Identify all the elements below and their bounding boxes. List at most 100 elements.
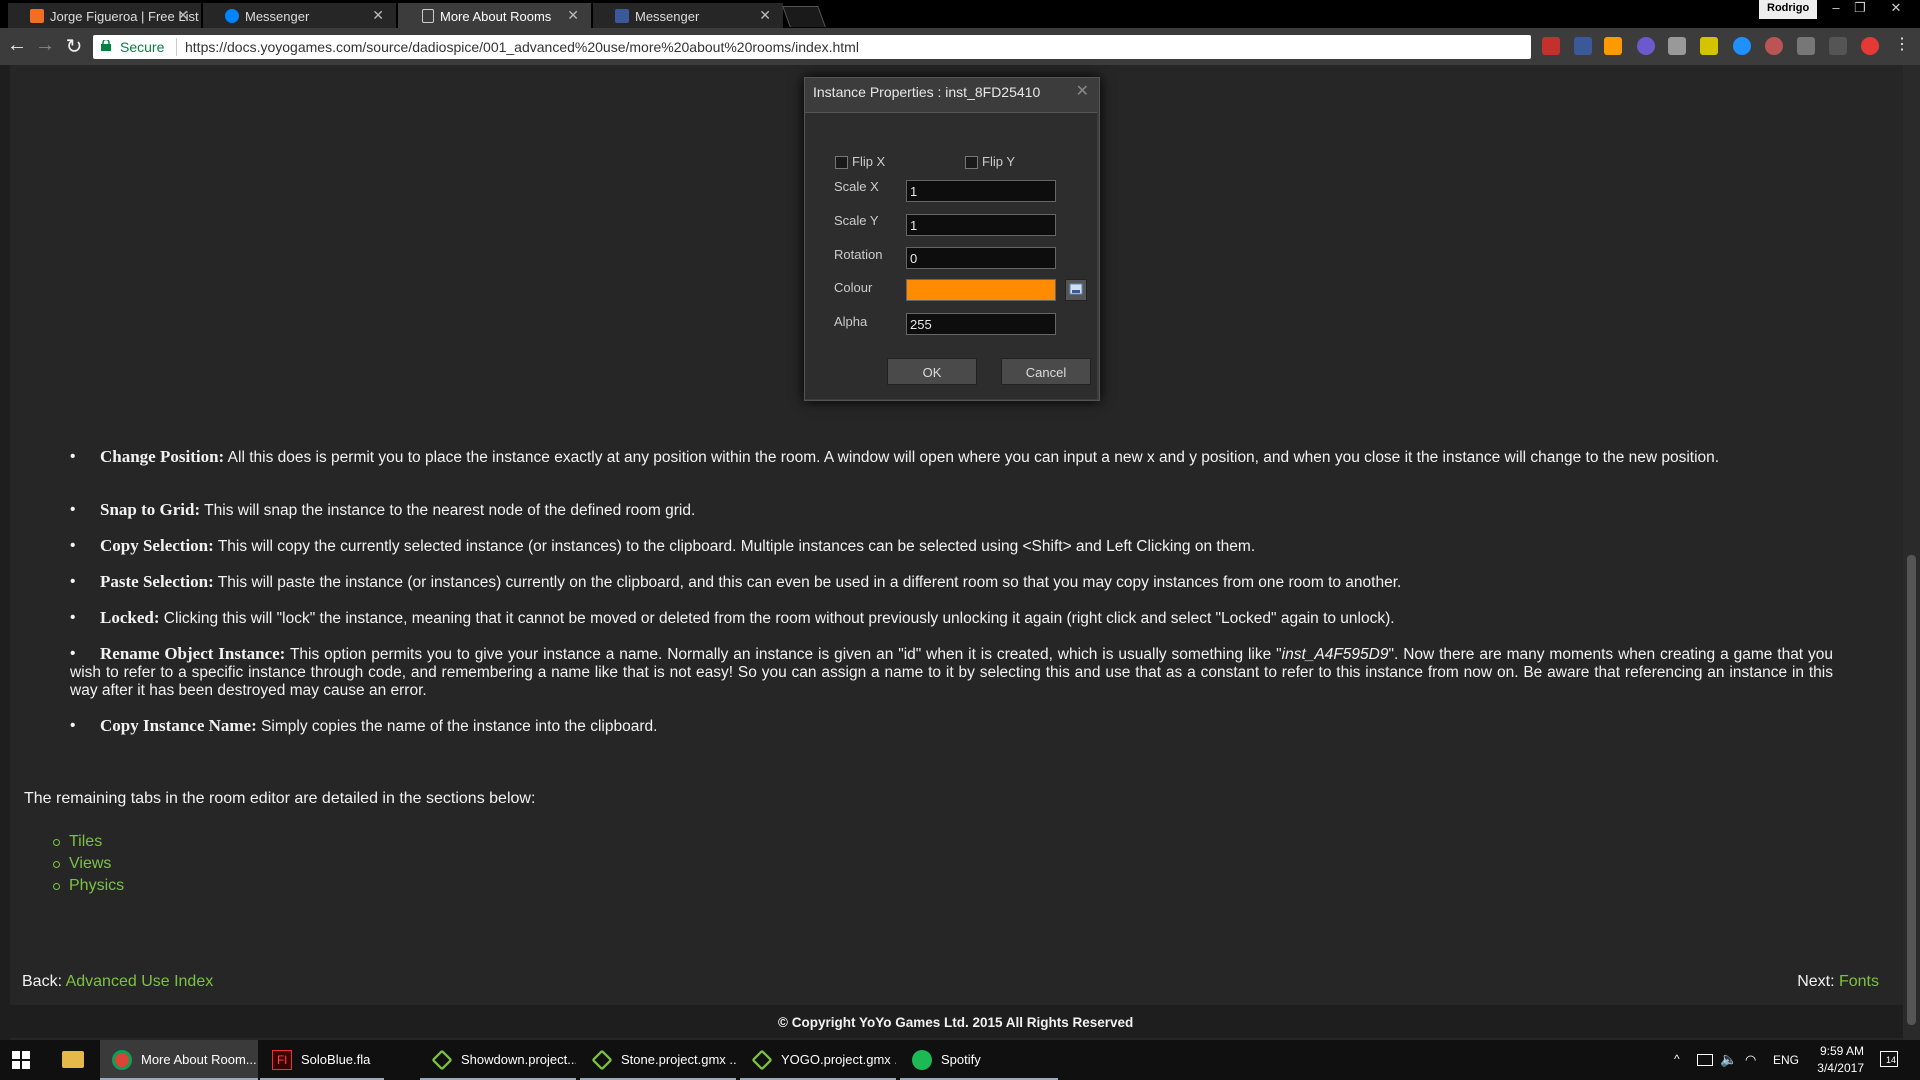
volume-icon[interactable]: 🔈	[1720, 1051, 1737, 1068]
extension-power-icon[interactable]	[1861, 37, 1879, 55]
remaining-tabs-text: The remaining tabs in the room editor ar…	[24, 790, 536, 807]
taskbar-item-label: Stone.project.gmx ...	[621, 1052, 736, 1067]
flash-icon: Fl	[272, 1050, 292, 1070]
file-explorer-icon[interactable]	[62, 1051, 84, 1068]
rotation-field[interactable]: 0	[906, 247, 1056, 269]
page-footer: © Copyright YoYo Games Ltd. 2015 All Rig…	[0, 1005, 1903, 1038]
browser-toolbar: ← → ↻ Secure https://docs.yoyogames.com/…	[0, 28, 1920, 65]
alpha-label: Alpha	[834, 314, 868, 329]
profile-button[interactable]: Rodrigo	[1759, 0, 1818, 19]
page-icon	[422, 9, 434, 23]
list-item: • Paste Selection: This will paste the i…	[70, 572, 1402, 592]
scale-y-field[interactable]: 1	[906, 214, 1056, 236]
views-link[interactable]: Views	[69, 855, 111, 873]
taskbar-item-stone[interactable]: Stone.project.gmx ...	[580, 1040, 736, 1080]
clock-time: 9:59 AM	[1819, 1044, 1864, 1058]
gamemaker-icon	[751, 1049, 773, 1071]
extension-fx-icon[interactable]	[1829, 37, 1847, 55]
item-title: Paste Selection:	[100, 572, 214, 591]
scrollbar-thumb[interactable]	[1907, 555, 1916, 1025]
taskbar-item-label: YOGO.project.gmx ...	[781, 1052, 896, 1067]
back-link[interactable]: Advanced Use Index	[66, 973, 214, 990]
extension-facebook-icon[interactable]	[1574, 37, 1592, 55]
item-title: Copy Instance Name:	[100, 716, 257, 735]
taskbar-item-showdown[interactable]: Showdown.project....	[420, 1040, 576, 1080]
back-label: Back:	[22, 973, 63, 990]
item-title: Change Position:	[100, 447, 225, 466]
physics-link[interactable]: Physics	[69, 877, 124, 895]
taskbar-item-flash[interactable]: Fl SoloBlue.fla	[260, 1040, 384, 1080]
list-item: • Locked: Clicking this will "lock" the …	[70, 608, 1395, 628]
gamemaker-icon	[431, 1049, 453, 1071]
chevron-up-icon[interactable]: ^	[1674, 1052, 1680, 1066]
tiles-link[interactable]: Tiles	[69, 833, 102, 851]
extension-ring-icon[interactable]	[1733, 37, 1751, 55]
list-item: • Copy Selection: This will copy the cur…	[70, 536, 1256, 556]
address-bar[interactable]: Secure https://docs.yoyogames.com/source…	[93, 35, 1531, 59]
back-arrow-icon[interactable]: ←	[5, 34, 29, 57]
tab-title: More About Rooms	[440, 9, 552, 24]
item-text-italic: inst_A4F595D9	[1281, 646, 1389, 663]
extension-f-icon[interactable]	[1637, 37, 1655, 55]
url-text[interactable]: https://docs.yoyogames.com/source/dadios…	[185, 39, 859, 55]
minimize-icon[interactable]: –	[1824, 0, 1848, 15]
list-item: • Snap to Grid: This will snap the insta…	[70, 500, 696, 520]
forward-arrow-icon[interactable]: →	[33, 34, 57, 57]
item-text: This option permits you to give your ins…	[285, 646, 1282, 663]
colour-swatch[interactable]	[906, 279, 1056, 301]
extension-dot-icon[interactable]	[1765, 37, 1783, 55]
rotation-label: Rotation	[834, 247, 883, 262]
wifi-icon[interactable]: ◠	[1745, 1052, 1756, 1068]
colour-picker-button[interactable]	[1065, 279, 1087, 301]
item-title: Snap to Grid:	[100, 500, 201, 519]
ok-button[interactable]: OK	[887, 358, 977, 385]
window-close-icon[interactable]: ✕	[1884, 0, 1908, 16]
notifications-icon[interactable]: 14	[1880, 1051, 1898, 1067]
new-tab-button[interactable]	[782, 6, 826, 27]
tab-soundcloud[interactable]: Jorge Figueroa | Free List ✕	[8, 3, 201, 28]
taskbar-item-chrome[interactable]: More About Room...	[100, 1040, 258, 1080]
spotify-icon	[912, 1050, 932, 1070]
battery-icon[interactable]	[1697, 1054, 1713, 1066]
page-scrollbar[interactable]	[1903, 65, 1920, 1040]
extension-pocket-icon[interactable]	[1668, 37, 1686, 55]
scale-x-field[interactable]: 1	[906, 180, 1056, 202]
flip-y-checkbox[interactable]	[965, 156, 978, 169]
cancel-button[interactable]: Cancel	[1001, 358, 1091, 385]
item-text: All this does is permit you to place the…	[224, 449, 1720, 466]
item-text: Clicking this will "lock" the instance, …	[159, 610, 1395, 627]
dialog-close-icon[interactable]: ✕	[1076, 81, 1089, 101]
reload-icon[interactable]: ↻	[62, 34, 86, 59]
tab-close-icon[interactable]: ✕	[567, 7, 579, 24]
tab-title: Messenger	[635, 9, 700, 24]
tab-close-icon[interactable]: ✕	[372, 7, 384, 24]
tab-messenger[interactable]: Messenger ✕	[203, 3, 396, 28]
restore-icon[interactable]: ❐	[1848, 0, 1872, 16]
gamemaker-icon	[591, 1049, 613, 1071]
language-indicator[interactable]: ENG	[1773, 1053, 1799, 1067]
colour-label: Colour	[834, 280, 873, 295]
dialog-body: Flip X Flip Y Scale X 1 Scale Y 1 Rotati…	[805, 112, 1097, 399]
tab-messenger-facebook[interactable]: Messenger ✕	[593, 3, 783, 28]
taskbar-item-label: Spotify	[941, 1052, 981, 1067]
instance-properties-dialog: Instance Properties : inst_8FD25410 ✕ Fl…	[804, 77, 1100, 401]
alpha-field[interactable]: 255	[906, 313, 1056, 335]
flip-x-checkbox[interactable]	[835, 156, 848, 169]
tab-close-icon[interactable]: ✕	[177, 7, 189, 24]
tab-close-icon[interactable]: ✕	[759, 7, 771, 24]
twitter-icon[interactable]	[1797, 37, 1815, 55]
taskbar-item-spotify[interactable]: Spotify	[900, 1040, 1058, 1080]
tab-title: Messenger	[245, 9, 310, 24]
extension-note-icon[interactable]	[1700, 37, 1718, 55]
tab-more-about-rooms[interactable]: More About Rooms ✕	[398, 3, 591, 28]
windows-start-icon[interactable]	[12, 1051, 30, 1069]
extension-rss-icon[interactable]	[1604, 37, 1622, 55]
extension-mail-icon[interactable]	[1542, 37, 1560, 55]
next-label: Next:	[1797, 973, 1835, 990]
soundcloud-icon	[30, 9, 44, 23]
item-text: Simply copies the name of the instance i…	[256, 718, 658, 735]
next-link[interactable]: Fonts	[1839, 973, 1879, 990]
menu-dots-icon[interactable]: ⋮	[1890, 34, 1914, 54]
taskbar-item-yogo[interactable]: YOGO.project.gmx ...	[740, 1040, 896, 1080]
clock[interactable]: 9:59 AM 3/4/2017	[1812, 1044, 1864, 1075]
